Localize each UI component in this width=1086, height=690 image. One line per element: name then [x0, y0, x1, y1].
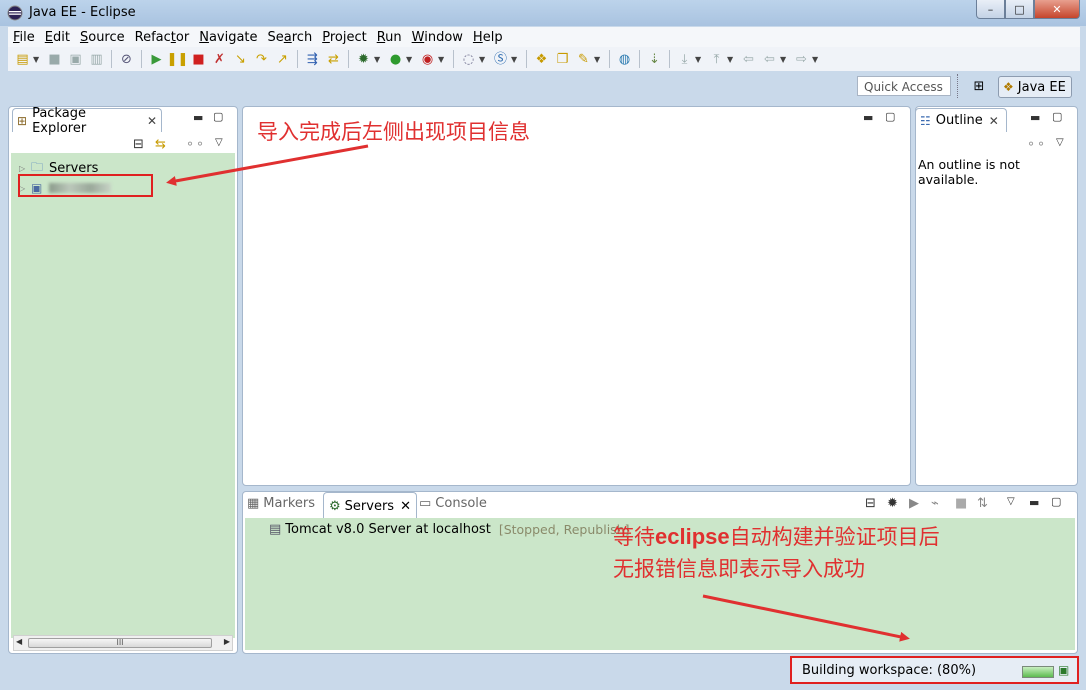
arrow-to-status	[702, 594, 910, 642]
arrow-to-project	[166, 144, 369, 186]
annotation-arrows	[166, 144, 910, 642]
